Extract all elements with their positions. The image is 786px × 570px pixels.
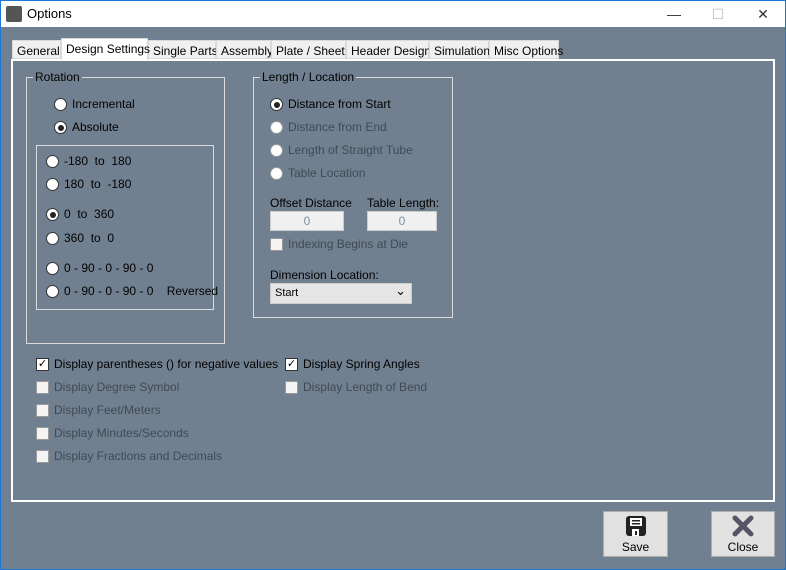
left-option-0-label: Display parentheses () for negative valu…: [54, 357, 279, 371]
close-window-button[interactable]: ✕: [740, 1, 786, 28]
length-option-3-radio[interactable]: [270, 167, 283, 180]
x-close-icon: [732, 515, 754, 537]
right-option-1-checkbox[interactable]: [285, 381, 298, 394]
window-title: Options: [27, 6, 72, 21]
range-1-label: 180 to -180: [64, 177, 132, 191]
app-gear-icon: [6, 6, 22, 22]
dimension-location-label: Dimension Location:: [270, 268, 379, 282]
left-option-2-label: Display Feet/Meters: [54, 403, 161, 417]
rotation-label: Rotation: [33, 70, 82, 84]
range-2-label: 0 to 360: [64, 207, 115, 221]
save-label: Save: [621, 540, 650, 554]
range-0-radio[interactable]: [46, 155, 59, 168]
left-option-1-label: Display Degree Symbol: [54, 380, 180, 394]
left-option-2-checkbox[interactable]: [36, 404, 49, 417]
tab-header-design[interactable]: Header Design: [346, 40, 431, 59]
offset-distance-label: Offset Distance: [270, 196, 352, 210]
tab-simulation[interactable]: Simulation: [429, 40, 490, 59]
indexing-begins-at-die-label: Indexing Begins at Die: [288, 237, 409, 251]
range-5-label: 0 - 90 - 0 - 90 - 0 Reversed: [64, 284, 219, 298]
length-option-1-label: Distance from End: [288, 120, 387, 134]
range-2-radio[interactable]: [46, 208, 59, 221]
length-option-1-radio[interactable]: [270, 121, 283, 134]
left-option-4-label: Display Fractions and Decimals: [54, 449, 223, 463]
length-option-0-label: Distance from Start: [288, 97, 391, 111]
length-option-0-radio[interactable]: [270, 98, 283, 111]
table-length-input[interactable]: 0: [367, 211, 437, 231]
right-option-1-label: Display Length of Bend: [303, 380, 428, 394]
title-bar: Options — ☐ ✕: [0, 0, 786, 27]
range-5-radio[interactable]: [46, 285, 59, 298]
rotation-mode-0-radio[interactable]: [54, 98, 67, 111]
minimize-button[interactable]: —: [651, 1, 697, 28]
left-option-3-checkbox[interactable]: [36, 427, 49, 440]
left-option-4-checkbox[interactable]: [36, 450, 49, 463]
close-label: Close: [727, 540, 759, 554]
range-4-radio[interactable]: [46, 262, 59, 275]
range-0-label: -180 to 180: [64, 154, 132, 168]
length-option-2-radio[interactable]: [270, 144, 283, 157]
tab-misc-options[interactable]: Misc Options: [489, 40, 563, 59]
length-option-3-label: Table Location: [288, 166, 366, 180]
close-button[interactable]: Close: [711, 511, 775, 557]
right-option-0-label: Display Spring Angles: [303, 357, 420, 371]
floppy-disk-icon: [625, 516, 646, 536]
tab-single-parts[interactable]: Single Parts: [148, 40, 218, 59]
tab-general[interactable]: General: [12, 40, 61, 59]
range-1-radio[interactable]: [46, 178, 59, 191]
save-button[interactable]: Save: [603, 511, 668, 557]
left-option-3-label: Display Minutes/Seconds: [54, 426, 189, 440]
left-option-1-checkbox[interactable]: [36, 381, 49, 394]
offset-distance-input[interactable]: 0: [270, 211, 344, 231]
tab-assembly[interactable]: Assembly: [216, 40, 273, 59]
right-option-0-checkbox[interactable]: ✓: [285, 358, 298, 371]
indexing-begins-at-die-checkbox[interactable]: [270, 238, 283, 251]
length-option-2-label: Length of Straight Tube: [288, 143, 413, 157]
rotation-mode-1-label: Absolute: [72, 120, 119, 134]
rotation-mode-0-label: Incremental: [72, 97, 135, 111]
range-4-label: 0 - 90 - 0 - 90 - 0: [64, 261, 154, 275]
range-3-radio[interactable]: [46, 232, 59, 245]
left-option-0-checkbox[interactable]: ✓: [36, 358, 49, 371]
design-settings-panel: Rotation Length / Location Incremental Ab…: [11, 59, 775, 502]
dimension-location-value: Start: [275, 287, 299, 299]
chevron-down-icon: ⌄: [395, 283, 406, 298]
rotation-mode-1-radio[interactable]: [54, 121, 67, 134]
length-location-label: Length / Location: [260, 70, 357, 84]
tab-design-settings[interactable]: Design Settings: [61, 38, 150, 60]
range-3-label: 360 to 0: [64, 231, 115, 245]
tab-plate-sheet[interactable]: Plate / Sheet: [271, 40, 346, 59]
maximize-button[interactable]: ☐: [695, 1, 741, 28]
table-length-label: Table Length:: [367, 196, 440, 210]
dimension-location-select[interactable]: Start ⌄: [270, 283, 412, 304]
